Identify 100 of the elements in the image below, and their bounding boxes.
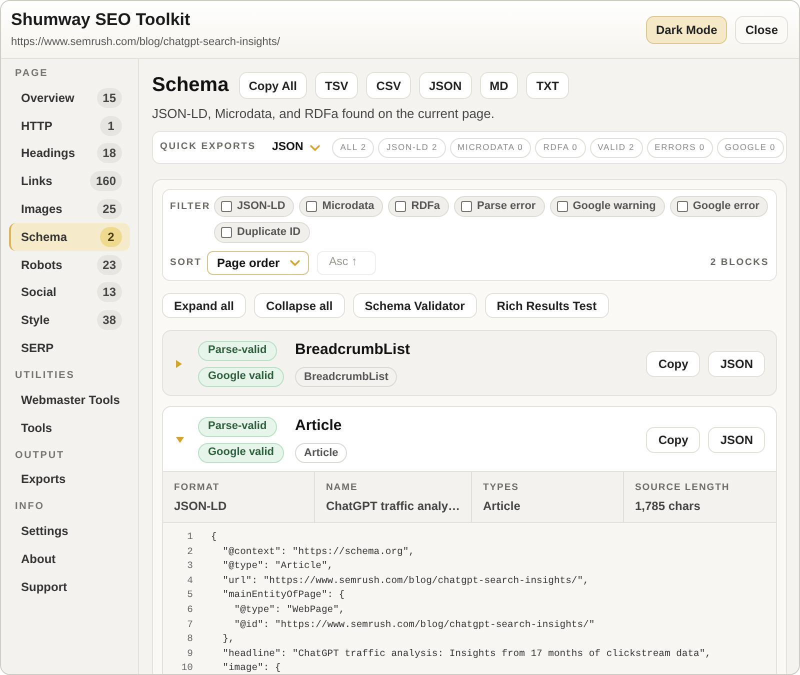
line-number: 4 xyxy=(186,574,193,588)
code-line: { xyxy=(211,530,217,544)
filter-chip[interactable]: RDFa xyxy=(388,196,449,217)
line-number: 6 xyxy=(186,602,193,617)
export-button[interactable]: TXT xyxy=(526,72,570,99)
export-button[interactable]: CSV xyxy=(366,72,411,99)
line-number: 5 xyxy=(186,588,193,602)
sort-label: SORT xyxy=(170,256,203,270)
page-url: https://www.semrush.com/blog/chatgpt-search-insights/ xyxy=(11,35,280,49)
sidebar-item[interactable]: Support xyxy=(9,572,130,601)
quick-exports-label: QUICK EXPORTS xyxy=(160,140,256,154)
checkbox[interactable] xyxy=(221,227,232,238)
detail-label: NAME xyxy=(326,481,359,495)
checkbox[interactable] xyxy=(460,201,472,212)
line-number: 9 xyxy=(186,646,193,661)
status-badge: Parse-valid xyxy=(198,340,277,360)
code-line: "@id": "https://www.semrush.com/blog/chatgpt-search-insights/" xyxy=(233,618,595,632)
filter-chip[interactable]: Parse error xyxy=(454,196,545,217)
sidebar-item[interactable]: Schema 2 xyxy=(9,222,130,251)
format-select[interactable]: JSON xyxy=(268,138,324,156)
detail-value: 1,785 chars xyxy=(635,498,702,515)
checkbox[interactable] xyxy=(395,201,406,212)
checkbox[interactable] xyxy=(556,201,568,212)
stat-pill[interactable]: ERRORS 0 xyxy=(646,138,713,158)
sidebar-item[interactable]: Social 13 xyxy=(9,278,130,306)
line-number: 7 xyxy=(186,618,193,632)
export-button[interactable]: TSV xyxy=(314,72,358,99)
sidebar-item[interactable]: Tools xyxy=(9,414,130,442)
count-badge: 160 xyxy=(90,171,122,192)
sort-select[interactable]: Page order xyxy=(207,251,309,275)
detail-value: ChatGPT traffic analy… xyxy=(326,498,460,515)
section-heading: PAGE xyxy=(14,67,50,81)
block-count: 2 BLOCKS xyxy=(710,256,769,270)
code-line: "@type": "Article", xyxy=(222,559,334,574)
sidebar-item[interactable]: Images 25 xyxy=(9,195,130,223)
line-number: 1 xyxy=(186,530,193,544)
stat-pill[interactable]: VALID 2 xyxy=(590,138,643,158)
sidebar-item[interactable]: Overview 15 xyxy=(9,84,130,112)
action-button[interactable]: Schema Validator xyxy=(352,293,477,318)
section-heading: OUTPUT xyxy=(14,448,66,463)
sidebar-item[interactable]: HTTP 1 xyxy=(9,112,130,140)
sidebar-item[interactable]: Style 38 xyxy=(9,306,130,334)
detail-value: Article xyxy=(483,498,522,515)
detail-value: JSON-LD xyxy=(174,498,228,515)
chevron-down-icon xyxy=(310,144,320,150)
filter-chip[interactable]: Microdata xyxy=(299,196,384,217)
sidebar-item[interactable]: Links 160 xyxy=(9,167,130,196)
section-heading: INFO xyxy=(14,500,46,514)
sidebar-item[interactable]: Webmaster Tools xyxy=(9,386,130,414)
sidebar-item[interactable]: Exports xyxy=(9,466,130,494)
block-button[interactable]: Copy xyxy=(646,350,700,376)
status-badge: Google valid xyxy=(198,366,284,386)
stat-pill[interactable]: GOOGLE 0 xyxy=(716,138,784,158)
sidebar-item[interactable]: Robots 23 xyxy=(9,250,130,279)
filter-chip[interactable]: JSON-LD xyxy=(214,196,294,217)
sidebar-item[interactable]: Headings 18 xyxy=(9,140,130,168)
checkbox[interactable] xyxy=(676,201,688,212)
export-button[interactable]: Copy All xyxy=(238,72,307,99)
status-badge: Google valid xyxy=(198,442,284,462)
type-tag: BreadcrumbList xyxy=(295,367,398,387)
export-button[interactable]: JSON xyxy=(418,72,472,99)
stat-pill[interactable]: MICRODATA 0 xyxy=(450,138,532,158)
code-line: }, xyxy=(222,632,234,646)
line-number: 10 xyxy=(180,661,193,674)
filter-chip[interactable]: Duplicate ID xyxy=(214,222,310,243)
sidebar-item[interactable]: SERP xyxy=(9,334,130,362)
code-line: "@type": "WebPage", xyxy=(233,602,345,617)
code-line: "headline": "ChatGPT traffic analysis: Insights from 17 months of clickstream data", xyxy=(222,646,711,661)
close-button[interactable]: Close xyxy=(735,16,788,44)
checkbox[interactable] xyxy=(221,201,232,212)
code-line: "image": { xyxy=(222,661,281,674)
action-button[interactable]: Expand all xyxy=(162,293,246,318)
count-badge: 18 xyxy=(96,143,122,164)
stat-pill[interactable]: RDFA 0 xyxy=(535,138,586,158)
theme-toggle-button[interactable]: Dark Mode xyxy=(646,16,728,44)
checkbox[interactable] xyxy=(306,201,318,212)
section-heading: UTILITIES xyxy=(14,368,76,383)
detail-label: SOURCE LENGTH xyxy=(635,481,731,495)
block-button[interactable]: JSON xyxy=(708,350,765,376)
status-badge: Parse-valid xyxy=(198,416,277,436)
sidebar-item[interactable]: About xyxy=(9,545,130,573)
count-badge: 23 xyxy=(96,254,122,275)
export-button[interactable]: MD xyxy=(480,72,518,99)
line-number: 3 xyxy=(186,559,193,574)
filter-chip[interactable]: Google warning xyxy=(550,196,665,217)
block-button[interactable]: JSON xyxy=(708,426,765,452)
sidebar-item[interactable]: Settings xyxy=(9,517,130,546)
block-button[interactable]: Copy xyxy=(646,426,700,452)
action-button[interactable]: Collapse all xyxy=(254,293,345,318)
code-line: "@context": "https://schema.org", xyxy=(222,544,414,559)
detail-label: TYPES xyxy=(483,481,520,495)
code-line: "mainEntityOfPage": { xyxy=(222,588,345,602)
action-button[interactable]: Rich Results Test xyxy=(484,293,609,318)
block-title: BreadcrumbList xyxy=(295,340,410,360)
filter-chip[interactable]: Google error xyxy=(670,196,768,217)
stat-pill[interactable]: ALL 2 xyxy=(332,138,374,158)
filter-label: FILTER xyxy=(170,200,212,214)
count-badge: 13 xyxy=(96,282,122,302)
stat-pill[interactable]: JSON-LD 2 xyxy=(378,138,446,158)
code-line: "url": "https://www.semrush.com/blog/chatgpt-search-insights/", xyxy=(222,574,589,588)
